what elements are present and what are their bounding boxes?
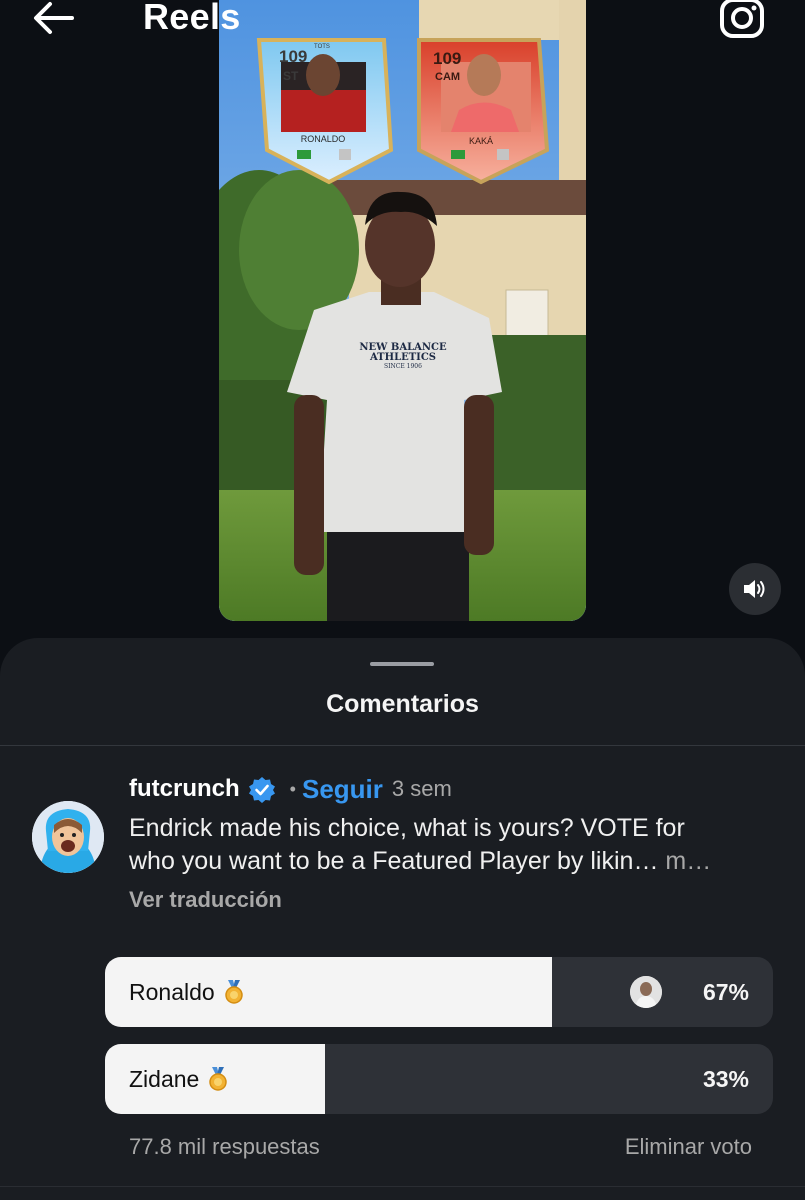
reels-screen: NEW BALANCE ATHLETICS SINCE 1906 109 ST … xyxy=(0,0,805,1200)
card-right-name: KAKÁ xyxy=(469,136,493,146)
card-left-name: RONALDO xyxy=(301,134,346,144)
player-card-kaka: 109 CAM KAKÁ xyxy=(417,38,550,185)
back-button[interactable] xyxy=(28,0,84,42)
username[interactable]: futcrunch xyxy=(129,775,240,803)
caption-line-1: Endrick made his choice, what is yours? … xyxy=(129,814,685,842)
translate-link[interactable]: Ver traducción xyxy=(129,887,282,913)
reel-video[interactable]: NEW BALANCE ATHLETICS SINCE 1906 109 ST … xyxy=(219,0,586,621)
poll-label-ronaldo: Ronaldo xyxy=(129,957,245,1027)
verified-badge-icon xyxy=(248,777,275,803)
poll-label-zidane: Zidane xyxy=(129,1044,229,1114)
camera-icon xyxy=(720,0,764,38)
comments-title: Comentarios xyxy=(326,690,479,718)
page-title: Reels xyxy=(143,0,241,37)
poll-option-ronaldo[interactable]: Ronaldo 67% xyxy=(105,957,773,1027)
sheet-drag-handle[interactable] xyxy=(370,662,434,666)
caption-line-2-text: who you want to be a Featured Player by … xyxy=(129,847,659,875)
voter-avatar xyxy=(630,976,662,1008)
separator-dot: • xyxy=(289,778,296,799)
poll-option-zidane[interactable]: Zidane 33% xyxy=(105,1044,773,1114)
post-caption: Endrick made his choice, what is yours? … xyxy=(129,812,779,878)
poll-percent-zidane: 33% xyxy=(702,1065,749,1092)
back-arrow-icon xyxy=(34,2,74,34)
follow-button[interactable]: Seguir xyxy=(302,774,383,805)
top-bar: Reels xyxy=(0,0,805,50)
post-time: 3 sem xyxy=(391,776,452,801)
poll-percent-ronaldo: 67% xyxy=(702,978,749,1005)
divider xyxy=(0,745,805,746)
card-right-rating: 109 xyxy=(433,49,461,68)
card-left-position: ST xyxy=(283,69,299,83)
medal-icon xyxy=(224,980,243,1004)
medal-icon xyxy=(209,1067,228,1091)
voter-avatar-image xyxy=(630,976,662,1008)
card-right-position: CAM xyxy=(435,71,460,83)
mute-button[interactable] xyxy=(729,563,781,615)
poll-option-label: Zidane xyxy=(129,1065,200,1092)
comments-sheet: Comentarios futcrunch • Seguir 3 sem End… xyxy=(0,638,805,1200)
comment-header: futcrunch • Seguir 3 sem xyxy=(129,772,452,806)
poll-responses-count: 77.8 mil respuestas xyxy=(129,1134,320,1159)
avatar[interactable] xyxy=(32,801,104,873)
camera-button[interactable] xyxy=(716,0,768,42)
more-link[interactable]: m… xyxy=(665,847,711,875)
shirt-text-line3: SINCE 1906 xyxy=(384,363,422,370)
caption-line-2: who you want to be a Featured Player by … xyxy=(129,845,779,878)
poll-option-label: Ronaldo xyxy=(129,978,215,1005)
reel-video-frame: NEW BALANCE ATHLETICS SINCE 1906 109 ST … xyxy=(219,0,586,621)
speaker-icon xyxy=(744,580,765,598)
divider xyxy=(0,1186,805,1187)
avatar-image xyxy=(32,801,104,873)
remove-vote-button[interactable]: Eliminar voto xyxy=(625,1134,752,1160)
shirt-text-line2: ATHLETICS xyxy=(369,352,436,363)
